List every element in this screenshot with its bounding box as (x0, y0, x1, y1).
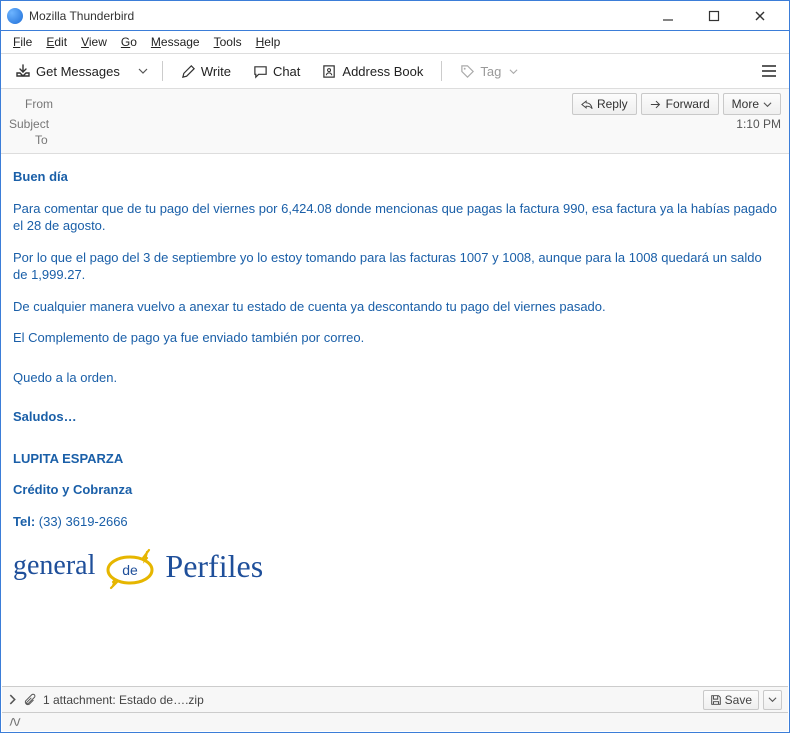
signature-dept: Crédito y Cobranza (13, 481, 777, 499)
tel-value: (33) 3619-2666 (35, 514, 128, 529)
main-toolbar: Get Messages Write Chat Address Book Tag (1, 53, 789, 89)
write-button[interactable]: Write (173, 60, 239, 83)
get-messages-label: Get Messages (36, 64, 120, 79)
toolbar-separator (162, 61, 163, 81)
menu-go[interactable]: Go (115, 33, 143, 51)
menu-tools[interactable]: Tools (208, 33, 248, 51)
minimize-button[interactable] (645, 2, 691, 30)
header-from-label: From (9, 97, 53, 111)
get-messages-dropdown[interactable] (134, 62, 152, 80)
chat-label: Chat (273, 64, 300, 79)
window-titlebar: Mozilla Thunderbird (1, 1, 789, 31)
chat-bubble-icon (253, 64, 268, 79)
logo-de-text: de (123, 562, 139, 578)
message-header: From Reply Forward More Subject 1:10 PM … (1, 89, 789, 154)
logo-word-general: general (13, 547, 95, 585)
menu-message[interactable]: Message (145, 33, 206, 51)
reply-arrow-icon (581, 99, 593, 110)
tag-icon (460, 64, 475, 79)
header-to-label: To (35, 133, 48, 147)
app-icon (7, 8, 23, 24)
paperclip-icon (23, 693, 37, 707)
logo-swirl-icon: de (103, 546, 157, 586)
close-button[interactable] (737, 2, 783, 30)
menubar: File Edit View Go Message Tools Help (1, 31, 789, 53)
address-book-icon (322, 64, 337, 79)
save-label: Save (725, 693, 752, 707)
chevron-right-icon (8, 694, 17, 705)
attachment-expand-toggle[interactable] (8, 694, 17, 705)
reply-label: Reply (597, 97, 628, 111)
write-label: Write (201, 64, 231, 79)
tel-label: Tel: (13, 514, 35, 529)
menu-edit[interactable]: Edit (40, 33, 73, 51)
window-title: Mozilla Thunderbird (29, 9, 645, 23)
more-button[interactable]: More (723, 93, 781, 115)
get-messages-button[interactable]: Get Messages (7, 59, 128, 83)
inbox-download-icon (15, 63, 31, 79)
forward-arrow-icon (650, 99, 662, 110)
more-label: More (732, 97, 759, 111)
hamburger-icon (761, 64, 777, 78)
header-time: 1:10 PM (736, 117, 781, 131)
body-paragraph: Quedo a la orden. (13, 369, 777, 387)
status-bar (2, 712, 788, 731)
attachment-text[interactable]: 1 attachment: Estado de….zip (43, 693, 204, 707)
attachment-save-button[interactable]: Save (703, 690, 759, 710)
address-book-button[interactable]: Address Book (314, 60, 431, 83)
signature-tel: Tel: (33) 3619-2666 (13, 513, 777, 531)
body-paragraph: De cualquier manera vuelvo a anexar tu e… (13, 298, 777, 316)
forward-button[interactable]: Forward (641, 93, 719, 115)
body-paragraph: Por lo que el pago del 3 de septiembre y… (13, 249, 777, 284)
activity-indicator-icon[interactable] (8, 716, 22, 728)
signature-name: LUPITA ESPARZA (13, 450, 777, 468)
tag-button[interactable]: Tag (452, 60, 526, 83)
toolbar-separator (441, 61, 442, 81)
address-book-label: Address Book (342, 64, 423, 79)
header-subject-label: Subject (9, 117, 49, 131)
menu-help[interactable]: Help (250, 33, 287, 51)
chevron-down-icon (509, 67, 518, 76)
forward-label: Forward (666, 97, 710, 111)
body-paragraph: Para comentar que de tu pago del viernes… (13, 200, 777, 235)
save-disk-icon (710, 694, 722, 706)
chevron-down-icon (763, 100, 772, 109)
chat-button[interactable]: Chat (245, 60, 308, 83)
reply-button[interactable]: Reply (572, 93, 637, 115)
pencil-icon (181, 64, 196, 79)
menu-view[interactable]: View (75, 33, 113, 51)
attachment-save-dropdown[interactable] (763, 690, 782, 710)
body-paragraph: El Complemento de pago ya fue enviado ta… (13, 329, 777, 347)
chevron-down-icon (768, 695, 777, 704)
logo-word-perfiles: Perfiles (165, 545, 263, 588)
body-saludos: Saludos… (13, 408, 777, 426)
tag-label: Tag (480, 64, 501, 79)
body-greeting: Buen día (13, 168, 777, 186)
maximize-button[interactable] (691, 2, 737, 30)
signature-logo: general de Perfiles (13, 545, 777, 588)
app-menu-button[interactable] (755, 57, 783, 85)
message-body: Buen día Para comentar que de tu pago de… (1, 154, 789, 694)
chevron-down-icon (138, 66, 148, 76)
attachment-bar: 1 attachment: Estado de….zip Save (2, 686, 788, 712)
menu-file[interactable]: File (7, 33, 38, 51)
